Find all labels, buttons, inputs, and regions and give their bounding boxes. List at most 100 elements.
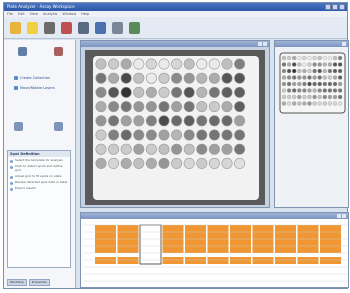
plate-well[interactable] (108, 115, 120, 127)
thumbnail-plate[interactable] (277, 50, 348, 120)
plate-well[interactable] (221, 143, 233, 155)
window-close-button[interactable] (342, 214, 346, 218)
window-close-button[interactable] (263, 42, 267, 46)
close-button[interactable] (339, 4, 345, 10)
plate-well[interactable] (234, 72, 246, 84)
plate-well[interactable] (108, 58, 120, 70)
plate-well[interactable] (196, 86, 208, 98)
plate-well[interactable] (196, 157, 208, 169)
task-item[interactable]: Adjust grid to fit spots on plate (8, 173, 70, 179)
plate-well[interactable] (95, 129, 107, 141)
plate-well[interactable] (120, 157, 132, 169)
task-item[interactable]: Select the template for analysis (8, 157, 70, 163)
plate-well[interactable] (234, 58, 246, 70)
plate-well[interactable] (120, 101, 132, 113)
plate-well[interactable] (234, 86, 246, 98)
plate-well[interactable] (221, 115, 233, 127)
create-collection-link[interactable]: Create Collection (14, 76, 50, 80)
plate-well[interactable] (171, 101, 183, 113)
plate-well[interactable] (234, 129, 246, 141)
plate-well[interactable] (158, 86, 170, 98)
result-bar-lower[interactable] (297, 257, 319, 264)
plate-well[interactable] (158, 129, 170, 141)
grid-icon[interactable] (95, 21, 106, 34)
window-min-button[interactable] (258, 42, 262, 46)
plate-well[interactable] (133, 129, 145, 141)
plate-well[interactable] (183, 129, 195, 141)
plate-well[interactable] (234, 115, 246, 127)
plate-well[interactable] (145, 86, 157, 98)
plate-well[interactable] (171, 86, 183, 98)
plate-well[interactable] (145, 101, 157, 113)
plate-well[interactable] (171, 143, 183, 155)
plate-well[interactable] (183, 157, 195, 169)
plate-icon[interactable] (112, 21, 123, 34)
plate-well[interactable] (108, 72, 120, 84)
close-panel-icon[interactable] (54, 47, 63, 56)
task-item[interactable]: Review detected spot data in table (8, 179, 70, 185)
result-bar-lower[interactable] (320, 257, 341, 264)
navigate-back-icon[interactable] (14, 122, 23, 131)
result-bar-lower[interactable] (252, 257, 274, 264)
plate-well[interactable] (183, 58, 195, 70)
plate-well[interactable] (133, 72, 145, 84)
move-rotate-link[interactable]: Move/Rotate Layers (14, 86, 55, 90)
plate-well[interactable] (183, 143, 195, 155)
window-min-button[interactable] (337, 214, 341, 218)
plate-well[interactable] (120, 143, 132, 155)
plate-well[interactable] (95, 72, 107, 84)
task-item[interactable]: Click to detect spots and define grid (8, 163, 70, 173)
plate-well[interactable] (158, 101, 170, 113)
plate-well[interactable] (183, 101, 195, 113)
plate-well[interactable] (95, 101, 107, 113)
plate-well[interactable] (208, 58, 220, 70)
plate-well[interactable] (145, 72, 157, 84)
result-bar-lower[interactable] (162, 257, 184, 264)
plate-well[interactable] (208, 143, 220, 155)
export-icon[interactable] (129, 21, 140, 34)
plate-well[interactable] (221, 157, 233, 169)
plate-well[interactable] (234, 101, 246, 113)
plate-well[interactable] (108, 101, 120, 113)
plate-well[interactable] (108, 86, 120, 98)
plate-well[interactable] (221, 86, 233, 98)
plate-well[interactable] (196, 72, 208, 84)
plate-well[interactable] (145, 58, 157, 70)
plate-well[interactable] (196, 115, 208, 127)
plate-well[interactable] (171, 58, 183, 70)
results-grid[interactable] (83, 221, 348, 283)
plate-well[interactable] (145, 143, 157, 155)
plate-well[interactable] (145, 157, 157, 169)
result-bar-lower[interactable] (230, 257, 251, 264)
plate-well[interactable] (145, 115, 157, 127)
plate-well[interactable] (208, 115, 220, 127)
plate-well[interactable] (133, 115, 145, 127)
properties-icon[interactable] (18, 47, 27, 56)
plate-well[interactable] (171, 72, 183, 84)
result-bar-lower[interactable] (207, 257, 229, 264)
plate-well[interactable] (120, 58, 132, 70)
folder-icon[interactable] (10, 21, 21, 34)
minimize-button[interactable] (325, 4, 331, 10)
plate-well[interactable] (108, 157, 120, 169)
plate-image[interactable] (85, 50, 265, 205)
plate-well[interactable] (196, 101, 208, 113)
plate-well[interactable] (133, 157, 145, 169)
window-close-button[interactable] (342, 42, 346, 46)
plate-well[interactable] (95, 115, 107, 127)
plate-well[interactable] (133, 86, 145, 98)
plate-well[interactable] (171, 115, 183, 127)
plate-well[interactable] (158, 72, 170, 84)
plate-well[interactable] (158, 143, 170, 155)
maximize-button[interactable] (332, 4, 338, 10)
plate-well[interactable] (120, 72, 132, 84)
plate-well[interactable] (158, 157, 170, 169)
plate-well[interactable] (234, 143, 246, 155)
plate-well[interactable] (196, 58, 208, 70)
camera-icon[interactable] (44, 21, 55, 34)
tab-properties[interactable]: Properties (28, 279, 50, 286)
plate-well[interactable] (145, 129, 157, 141)
plate-well[interactable] (221, 72, 233, 84)
plate-well[interactable] (221, 129, 233, 141)
plate-well[interactable] (208, 72, 220, 84)
